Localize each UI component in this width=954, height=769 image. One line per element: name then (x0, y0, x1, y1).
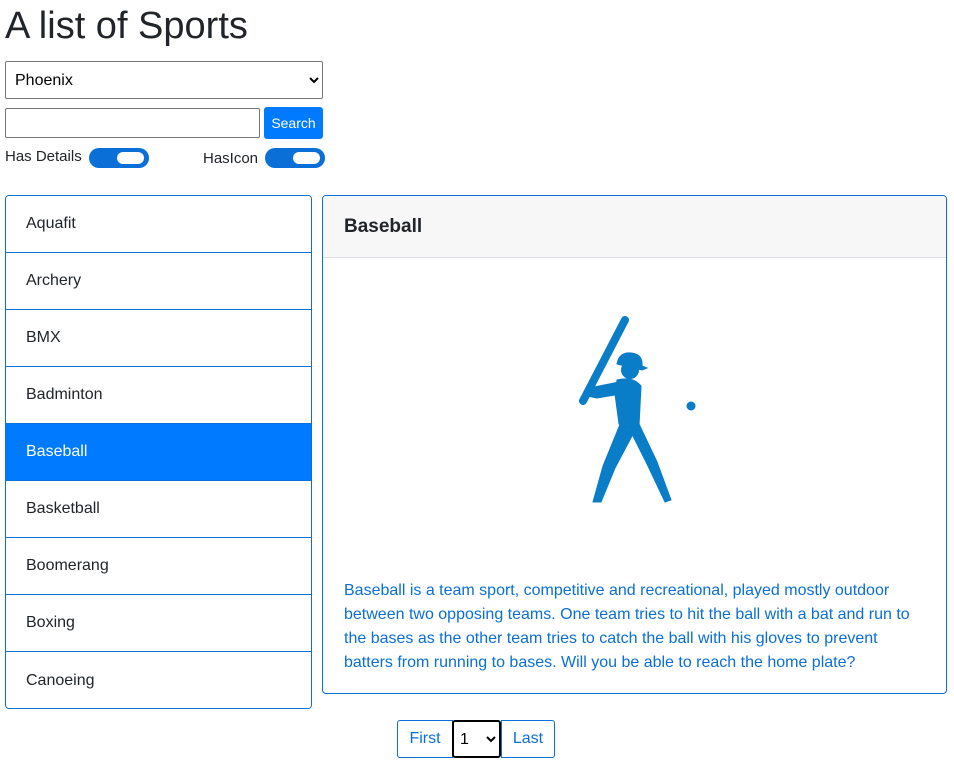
city-select[interactable]: Phoenix (5, 61, 323, 99)
has-icon-label: HasIcon (203, 150, 259, 167)
sport-item-archery[interactable]: Archery (6, 253, 311, 310)
pager-page-select[interactable]: 1 (452, 720, 501, 758)
has-details-label: Has Details (5, 148, 82, 165)
search-button[interactable]: Search (264, 107, 323, 139)
sport-item-boomerang[interactable]: Boomerang (6, 538, 311, 595)
sport-item-bmx[interactable]: BMX (6, 310, 311, 367)
toggle-knob (293, 152, 320, 164)
has-icon-toggle[interactable] (265, 148, 325, 168)
detail-title: Baseball (323, 196, 946, 258)
page-title: A list of Sports (5, 5, 248, 47)
baseball-player-icon (579, 316, 696, 503)
sport-item-basketball[interactable]: Basketball (6, 481, 311, 538)
sport-item-aquafit[interactable]: Aquafit (6, 196, 311, 253)
toggle-knob (117, 152, 144, 164)
detail-description: Baseball is a team sport, competitive an… (344, 582, 910, 671)
has-details-toggle[interactable] (89, 148, 149, 168)
sport-item-badminton[interactable]: Badminton (6, 367, 311, 424)
sport-item-canoeing[interactable]: Canoeing (6, 652, 311, 708)
pager-first-button[interactable]: First (397, 720, 453, 758)
sport-list: Aquafit Archery BMX Badminton Baseball B… (5, 195, 312, 709)
search-input[interactable] (5, 108, 260, 138)
sport-item-boxing[interactable]: Boxing (6, 595, 311, 652)
sport-detail-card: Baseball Baseball is a team sport, compe… (322, 195, 947, 694)
sport-item-baseball[interactable]: Baseball (6, 424, 311, 481)
pager-last-button[interactable]: Last (501, 720, 555, 758)
